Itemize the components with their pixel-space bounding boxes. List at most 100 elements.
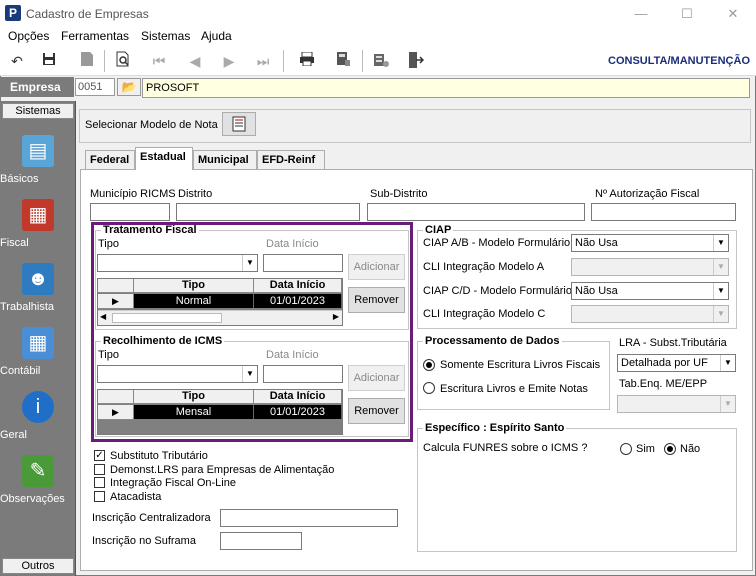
menu-ajuda[interactable]: Ajuda (201, 29, 232, 43)
tab-enq-label: Tab.Enq. ME/EPP (619, 378, 708, 390)
save-icon[interactable] (38, 51, 60, 71)
mode-label: CONSULTA/MANUTENÇÃO (608, 55, 750, 67)
somente-escritura-label: Somente Escritura Livros Fiscais (440, 359, 601, 371)
sidebar: Sistemas ▤ Básicos ▦ Fiscal ☻ Trabalhist… (0, 101, 76, 576)
cli-c-select[interactable]: ▼ (571, 305, 729, 323)
empresa-name-field: PROSOFT (142, 78, 750, 98)
espirito-santo-title: Específico : Espírito Santo (423, 422, 567, 434)
tab-estadual[interactable]: Estadual (135, 147, 193, 170)
processamento-title: Processamento de Dados (423, 335, 562, 347)
autorizacao-input[interactable] (591, 203, 736, 221)
exit-icon[interactable] (404, 51, 426, 71)
lra-label: LRA - Subst.Tributária (619, 337, 727, 349)
worker-icon: ☻ (22, 263, 54, 295)
sidebar-header[interactable]: Sistemas (2, 103, 74, 119)
next-record-icon[interactable]: ▶ (218, 51, 240, 71)
inscricao-suframa-input[interactable] (220, 532, 302, 550)
municipio-label: Município RICMS (90, 188, 176, 200)
ciap-cd-select[interactable]: Não Usa ▼ (571, 282, 729, 300)
sidebar-item-label: Fiscal (0, 237, 29, 249)
menu-opcoes[interactable]: Opções (8, 29, 49, 43)
undo-icon[interactable]: ↶ (6, 51, 28, 71)
print-icon[interactable] (296, 51, 318, 71)
ciap-ab-select[interactable]: Não Usa ▼ (571, 234, 729, 252)
sidebar-item-label: Geral (0, 429, 27, 441)
ciap-cd-value: Não Usa (575, 285, 618, 297)
funres-nao-label: Não (680, 443, 701, 455)
funres-sim-radio[interactable] (620, 443, 632, 455)
chevron-down-icon: ▼ (713, 235, 728, 251)
highlight-frame (91, 222, 413, 442)
tab-enq-select[interactable]: ▼ (617, 395, 736, 413)
calculator-icon: ▦ (22, 327, 54, 359)
subdistrito-input[interactable] (367, 203, 585, 221)
first-record-icon[interactable]: ⏮ (148, 51, 170, 71)
sidebar-item-label: Contábil (0, 365, 41, 377)
menu-ferramentas[interactable]: Ferramentas (61, 29, 129, 43)
substituto-checkbox[interactable]: ✓ (94, 450, 105, 461)
distrito-input[interactable] (176, 203, 360, 221)
maximize-button[interactable]: ☐ (664, 4, 710, 24)
toolbar-separator (362, 50, 363, 72)
calculate-icon[interactable] (332, 51, 354, 71)
previous-record-icon[interactable]: ◀ (184, 51, 206, 71)
sidebar-item-basicos[interactable]: ▤ Básicos (0, 133, 76, 195)
toolbar-separator (104, 50, 105, 72)
atacadista-checkbox[interactable] (94, 491, 105, 502)
sidebar-item-contabil[interactable]: ▦ Contábil (0, 325, 76, 387)
empresa-code-field[interactable]: 0051 (75, 78, 115, 96)
modelo-nota-button[interactable] (222, 112, 256, 136)
subdistrito-label: Sub-Distrito (370, 188, 428, 200)
toolbar-separator (283, 50, 284, 72)
funres-nao-radio[interactable] (664, 443, 676, 455)
escritura-emite-label: Escritura Livros e Emite Notas (440, 383, 588, 395)
app-icon: P (5, 5, 21, 21)
sidebar-item-observacoes[interactable]: ✎ Observações (0, 453, 76, 515)
autorizacao-label: Nº Autorização Fiscal (595, 188, 700, 200)
municipio-input[interactable] (90, 203, 170, 221)
tab-municipal[interactable]: Municipal (193, 150, 257, 170)
sidebar-item-fiscal[interactable]: ▦ Fiscal (0, 197, 76, 259)
empresa-label: Empresa (0, 77, 74, 97)
distrito-label: Distrito (178, 188, 213, 200)
sidebar-item-label: Observações (0, 493, 65, 505)
tools-icon[interactable] (370, 51, 392, 71)
last-record-icon[interactable]: ⏭ (252, 51, 274, 71)
tab-efd-reinf[interactable]: EFD-Reinf (257, 150, 325, 170)
sidebar-item-label: Básicos (0, 173, 39, 185)
open-folder-button[interactable]: 📂 (117, 78, 141, 96)
close-button[interactable]: ✕ (710, 4, 756, 24)
menu-bar: Opções Ferramentas Sistemas Ajuda (0, 28, 756, 46)
funres-sim-label: Sim (636, 443, 655, 455)
sidebar-footer[interactable]: Outros (2, 558, 74, 574)
ciap-cd-label: CIAP C/D - Modelo Formulário (423, 285, 572, 297)
inscricao-centralizadora-label: Inscrição Centralizadora (92, 512, 211, 524)
sidebar-item-label: Trabalhista (0, 301, 55, 313)
tab-federal[interactable]: Federal (85, 150, 135, 170)
chevron-down-icon: ▼ (720, 396, 735, 412)
chevron-down-icon: ▼ (713, 259, 728, 275)
minimize-button[interactable]: — (618, 4, 664, 24)
funres-question: Calcula FUNRES sobre o ICMS ? (423, 442, 588, 454)
preview-icon[interactable] (112, 51, 134, 71)
toolbar: ↶ ⏮ ◀ ▶ ⏭ CONSULTA/MANUTENÇÃO (0, 46, 756, 76)
escritura-emite-radio[interactable] (423, 382, 435, 394)
integracao-online-checkbox[interactable] (94, 477, 105, 488)
inscricao-centralizadora-input[interactable] (220, 509, 398, 527)
menu-sistemas[interactable]: Sistemas (141, 29, 190, 43)
window-title: Cadastro de Empresas (26, 7, 149, 21)
pencil-note-icon: ✎ (22, 455, 54, 487)
sidebar-item-geral[interactable]: i Geral (0, 389, 76, 451)
document-icon[interactable] (76, 51, 98, 71)
sidebar-item-trabalhista[interactable]: ☻ Trabalhista (0, 261, 76, 323)
ciap-title: CIAP (423, 224, 454, 236)
lra-select[interactable]: Detalhada por UF ▼ (617, 354, 736, 372)
ciap-ab-value: Não Usa (575, 237, 618, 249)
somente-escritura-radio[interactable] (423, 359, 435, 371)
cli-a-select[interactable]: ▼ (571, 258, 729, 276)
cli-a-label: CLI Integração Modelo A (423, 261, 545, 273)
processamento-group: Processamento de Dados (417, 335, 610, 410)
demonst-lrs-checkbox[interactable] (94, 464, 105, 475)
chevron-down-icon: ▼ (720, 355, 735, 371)
calculator-icon: ▦ (22, 199, 54, 231)
